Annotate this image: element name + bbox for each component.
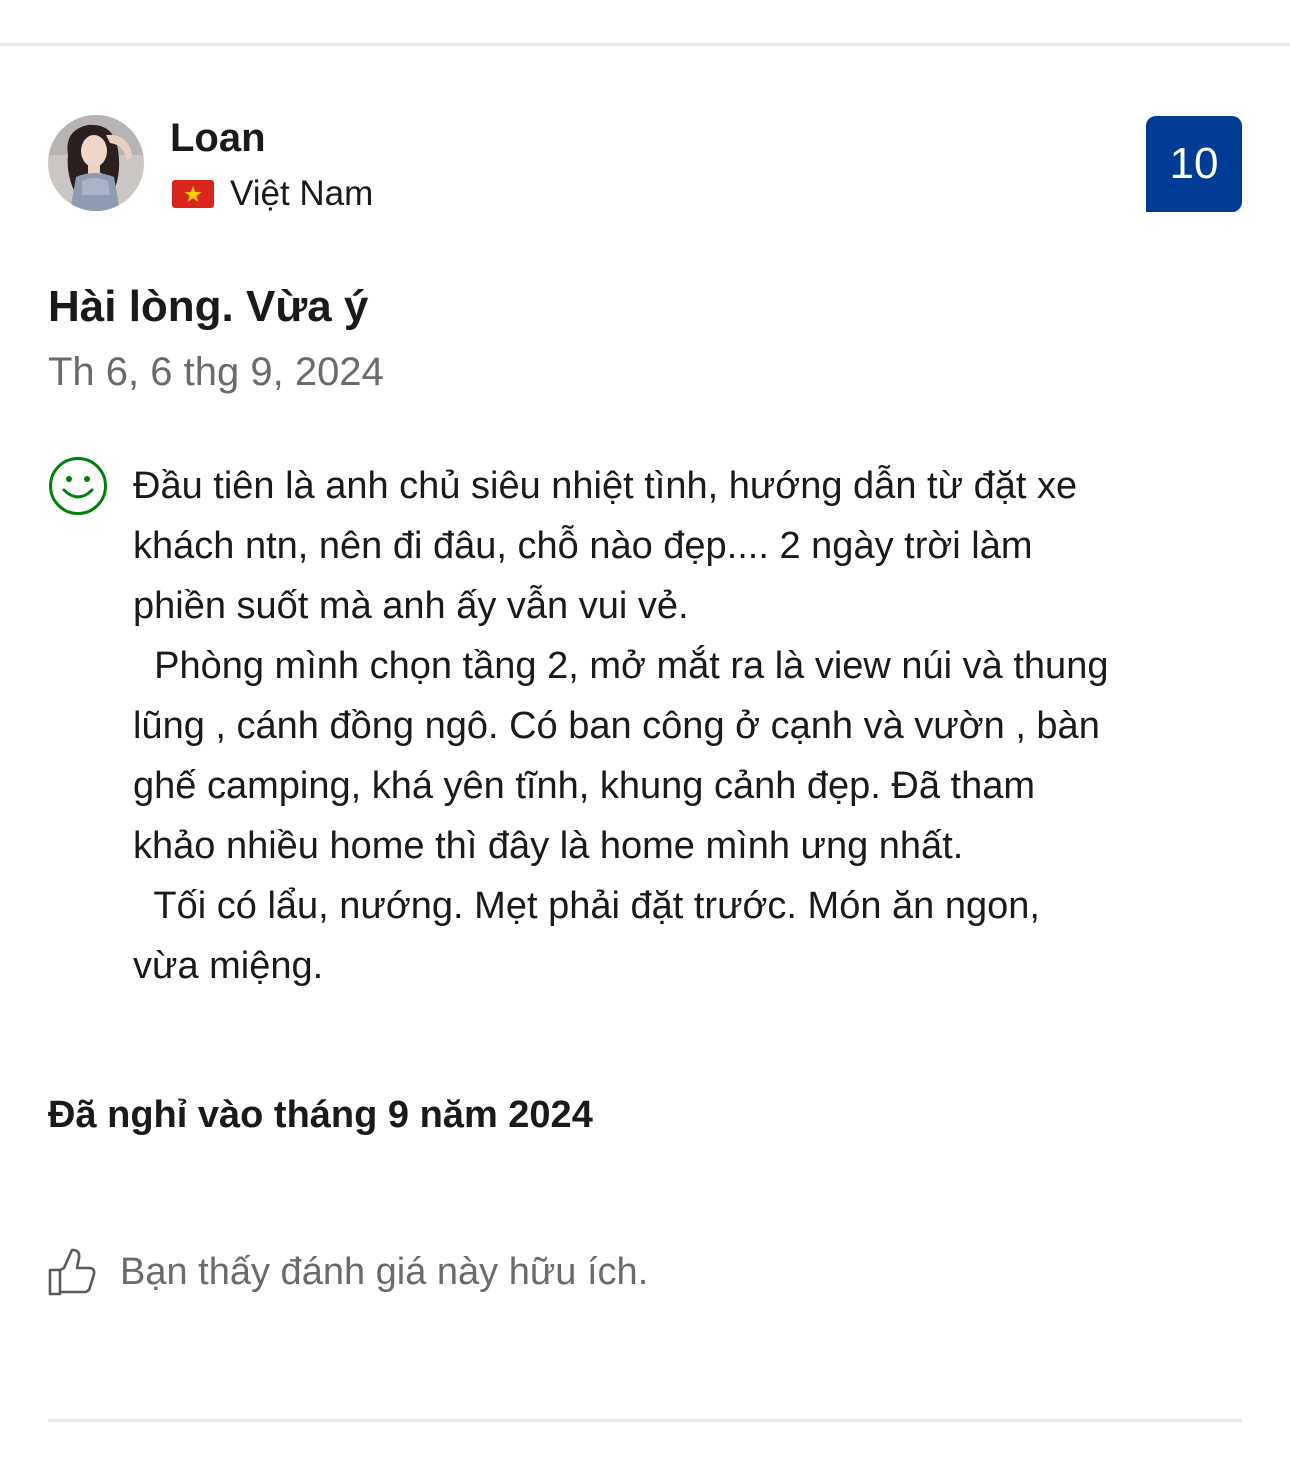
smile-icon: [49, 457, 107, 515]
review-text-line: Đầu tiên là anh chủ siêu nhiệt tình, hướ…: [133, 465, 1078, 507]
review-text-line: khảo nhiều home thì đây là home mình ưng…: [133, 825, 964, 867]
country-name: Việt Nam: [230, 174, 374, 213]
thumbs-up-icon: [48, 1248, 96, 1296]
helpful-label: Bạn thấy đánh giá này hữu ích.: [120, 1251, 649, 1293]
vietnam-flag-icon: [172, 180, 214, 208]
review-text-line: vừa miệng.: [133, 945, 324, 987]
review-text-line: khách ntn, nên đi đâu, chỗ nào đẹp.... 2…: [133, 525, 1033, 567]
review-title: Hài lòng. Vừa ý: [48, 282, 369, 331]
review-text-line: Tối có lẩu, nướng. Mẹt phải đặt trước. M…: [133, 885, 1040, 927]
review-text-line: ghế camping, khá yên tĩnh, khung cảnh đẹ…: [133, 765, 1036, 807]
score-badge: 10: [1146, 116, 1242, 212]
bottom-divider: [48, 1419, 1242, 1422]
review-date: Th 6, 6 thg 9, 2024: [48, 350, 384, 394]
reviewer-name: Loan: [170, 116, 266, 160]
review-text-line: phiền suốt mà anh ấy vẫn vui vẻ.: [133, 585, 689, 627]
review-text-line: Phòng mình chọn tầng 2, mở mắt ra là vie…: [133, 645, 1109, 687]
helpful-button[interactable]: Bạn thấy đánh giá này hữu ích.: [46, 1246, 648, 1298]
avatar: [48, 115, 144, 211]
review-text: Đầu tiên là anh chủ siêu nhiệt tình, hướ…: [133, 456, 1253, 996]
stay-info: Đã nghỉ vào tháng 9 năm 2024: [48, 1094, 593, 1136]
review-text-line: lũng , cánh đồng ngô. Có ban công ở cạnh…: [133, 705, 1100, 747]
top-divider: [0, 43, 1290, 46]
reviewer-country: Việt Nam: [172, 172, 373, 216]
